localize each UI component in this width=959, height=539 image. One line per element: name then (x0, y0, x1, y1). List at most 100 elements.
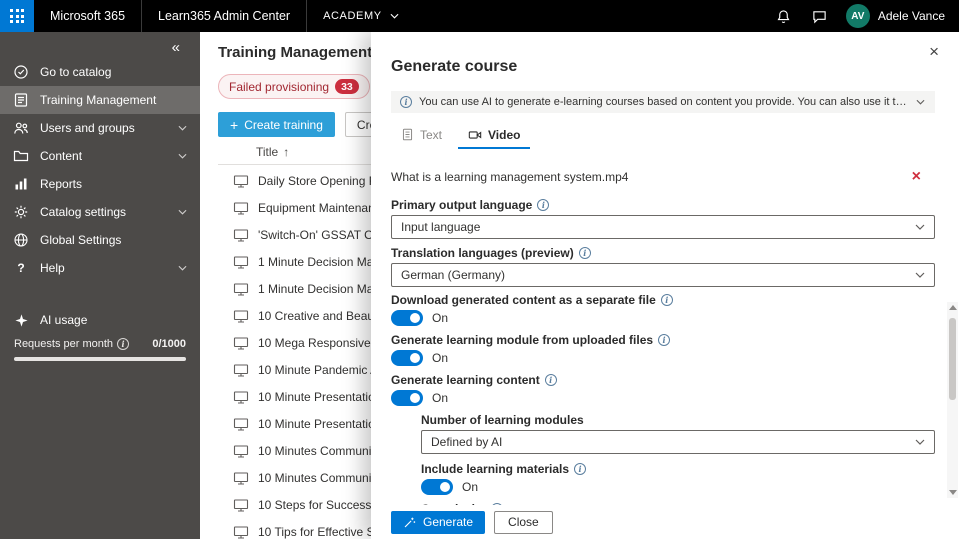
generate-content-toggle-row: On (391, 389, 935, 407)
course-monitor-icon (233, 200, 249, 216)
generate-module-toggle[interactable] (391, 349, 423, 366)
course-monitor-icon (233, 254, 249, 270)
generate-module-label: Generate learning module from uploaded f… (391, 332, 654, 347)
document-icon (401, 128, 414, 141)
scroll-up-icon[interactable] (948, 305, 957, 310)
generate-button[interactable]: Generate (391, 510, 486, 534)
chevron-down-icon (915, 439, 925, 445)
scroll-down-icon[interactable] (948, 490, 957, 495)
primary-language-dropdown[interactable]: Input language (391, 214, 935, 239)
sidebar-item-ai-usage[interactable]: AI usage (0, 306, 200, 334)
remove-file-button[interactable]: × (906, 168, 927, 186)
sidebar-item-label: Training Management (40, 93, 157, 107)
panel-content: Generate course × i You can use AI to ge… (371, 32, 959, 539)
account-menu[interactable]: AV Adele Vance (838, 4, 959, 28)
sidebar-collapse-button[interactable]: « (166, 39, 186, 56)
banner-text: You can use AI to generate e-learning co… (419, 95, 909, 108)
primary-language-label: Primary output language (391, 197, 533, 212)
tab-text[interactable]: Text (391, 125, 452, 149)
num-modules-label-row: Number of learning modules (421, 413, 935, 427)
info-icon: i (578, 246, 591, 259)
course-monitor-icon (233, 173, 249, 189)
failed-provisioning-button[interactable]: Failed provisioning 33 (218, 74, 370, 99)
go-to-catalog-icon (13, 64, 29, 80)
translation-languages-label-row: Translation languages (preview) i (391, 246, 935, 260)
chevron-down-icon[interactable] (916, 99, 925, 105)
source-tabs: Text Video (391, 125, 935, 150)
course-monitor-icon (233, 443, 249, 459)
close-panel-button[interactable]: × (923, 42, 945, 61)
course-monitor-icon (233, 362, 249, 378)
sidebar-item-catalog-settings[interactable]: Catalog settings (0, 198, 200, 226)
info-icon: i (537, 198, 550, 211)
sidebar-collapse-row: « (0, 32, 200, 58)
app-launcher-button[interactable] (0, 0, 34, 32)
sidebar-item-help[interactable]: ? Help (0, 254, 200, 282)
ai-usage-label: AI usage (40, 313, 88, 327)
tenant-menu[interactable]: ACADEMY (306, 0, 415, 32)
course-monitor-icon (233, 308, 249, 324)
title-column-header[interactable]: Title ↑ (256, 145, 289, 159)
course-monitor-icon (233, 497, 249, 513)
generate-content-toggle[interactable] (391, 389, 423, 406)
folder-icon (13, 148, 29, 164)
generate-button-label: Generate (423, 515, 474, 529)
tab-video-label: Video (488, 127, 521, 142)
chevron-down-icon (390, 13, 399, 19)
product-name-link[interactable]: Microsoft 365 (34, 0, 141, 32)
scrollbar-thumb[interactable] (949, 318, 956, 400)
num-modules-label: Number of learning modules (421, 412, 584, 427)
sidebar-item-label: Go to catalog (40, 65, 112, 79)
chevron-down-icon (915, 224, 925, 230)
info-icon: i (117, 338, 130, 350)
failed-provisioning-label: Failed provisioning (229, 79, 330, 94)
ai-info-banner[interactable]: i You can use AI to generate e-learning … (391, 90, 935, 113)
sidebar-item-training-management[interactable]: Training Management (0, 86, 200, 114)
ai-usage-section: AI usage Requests per month i 0/1000 (0, 306, 200, 361)
users-icon (13, 120, 29, 136)
create-training-label: Create training (244, 117, 323, 132)
course-monitor-icon (233, 416, 249, 432)
panel-scrollbar[interactable] (947, 302, 958, 498)
avatar: AV (845, 4, 870, 28)
toggle-state-label: On (432, 350, 449, 365)
requests-value: 0/1000 (152, 338, 186, 350)
create-training-button[interactable]: + Create training (218, 112, 335, 137)
sidebar-item-label: Catalog settings (40, 205, 127, 219)
include-materials-toggle[interactable] (421, 478, 453, 495)
sidebar-item-content[interactable]: Content (0, 142, 200, 170)
toggle-state-label: On (432, 390, 449, 405)
training-icon (13, 92, 29, 108)
notifications-button[interactable] (766, 0, 802, 32)
sidebar-item-users-and-groups[interactable]: Users and groups (0, 114, 200, 142)
num-modules-dropdown[interactable]: Defined by AI (421, 429, 935, 454)
chevron-down-icon (178, 153, 187, 159)
tab-video[interactable]: Video (458, 125, 531, 149)
download-separate-toggle[interactable] (391, 309, 423, 326)
feedback-button[interactable] (802, 0, 838, 32)
translation-languages-dropdown[interactable]: German (Germany) (391, 262, 935, 287)
close-button[interactable]: Close (494, 510, 553, 534)
toggle-state-label: On (432, 310, 449, 325)
sidebar-item-label: Global Settings (40, 233, 122, 247)
sidebar-item-label: Content (40, 149, 83, 163)
admin-center-link[interactable]: Learn365 Admin Center (141, 0, 306, 32)
num-modules-value: Defined by AI (431, 434, 503, 449)
help-icon: ? (17, 261, 25, 275)
sidebar-item-reports[interactable]: Reports (0, 170, 200, 198)
app-window: Microsoft 365 Learn365 Admin Center ACAD… (0, 0, 959, 539)
generate-course-panel: Generate course × i You can use AI to ge… (371, 32, 959, 539)
info-icon: i (658, 333, 671, 346)
generate-module-toggle-row: On (391, 349, 935, 367)
info-icon: i (544, 373, 557, 386)
primary-language-label-row: Primary output language i (391, 198, 935, 212)
bell-icon (776, 9, 791, 24)
sidebar-item-global-settings[interactable]: Global Settings (0, 226, 200, 254)
course-monitor-icon (233, 335, 249, 351)
include-materials-label: Include learning materials (421, 461, 570, 476)
chevron-down-icon (178, 265, 187, 271)
tenant-label: ACADEMY (323, 10, 382, 22)
sidebar-item-go-to-catalog[interactable]: Go to catalog (0, 58, 200, 86)
panel-footer: Generate Close (371, 505, 959, 539)
globe-icon (13, 232, 29, 248)
